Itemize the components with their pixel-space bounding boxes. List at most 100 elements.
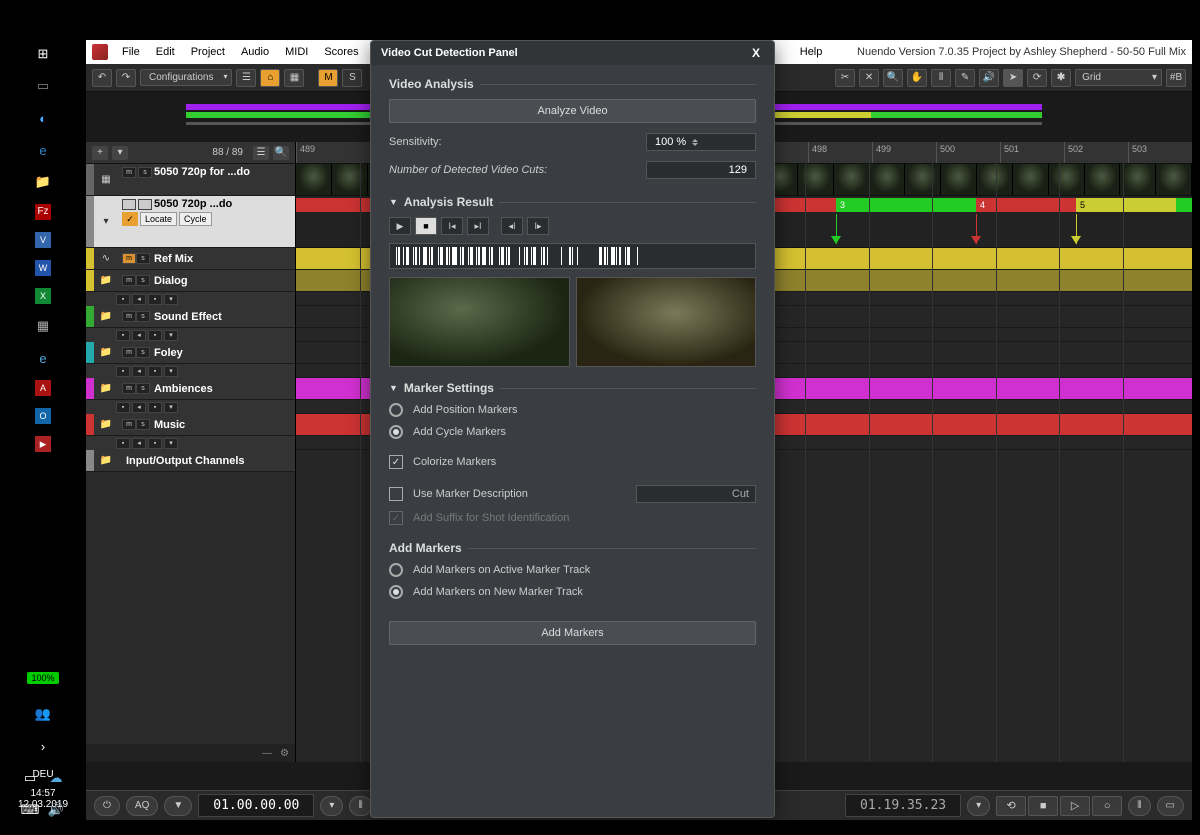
tool-zoom[interactable]: 🔍: [883, 69, 903, 87]
transport-power-button[interactable]: ⏻: [94, 796, 120, 816]
transport-tc[interactable]: ▭: [1157, 796, 1184, 816]
stop-button[interactable]: ■: [415, 217, 437, 235]
tool-cross[interactable]: ✕: [859, 69, 879, 87]
solo-btn[interactable]: s: [136, 311, 150, 322]
add-new-radio[interactable]: [389, 585, 403, 599]
menu-project[interactable]: Project: [185, 44, 231, 60]
cycle-button[interactable]: Cycle: [179, 212, 212, 226]
sub-btn[interactable]: ▾: [164, 294, 178, 305]
tool-bars[interactable]: ⦀: [931, 69, 951, 87]
solo-btn[interactable]: s: [136, 275, 150, 286]
track-foley[interactable]: 📁 msFoley: [86, 342, 295, 364]
tool-auto[interactable]: ⟳: [1027, 69, 1047, 87]
grid-dropdown[interactable]: Grid: [1075, 69, 1162, 86]
tool-hand[interactable]: ✋: [907, 69, 927, 87]
aq-button[interactable]: AQ: [126, 796, 158, 816]
menu-audio[interactable]: Audio: [235, 44, 275, 60]
sensitivity-input[interactable]: 100 %: [646, 133, 756, 151]
app-icon-1[interactable]: ◐: [33, 108, 53, 128]
tool-snap[interactable]: ✱: [1051, 69, 1071, 87]
sub-btn[interactable]: ▪: [148, 294, 162, 305]
mute-btn[interactable]: m: [122, 419, 136, 430]
add-markers-button[interactable]: Add Markers: [389, 621, 756, 645]
add-position-radio[interactable]: [389, 403, 403, 417]
app-icon-2[interactable]: ▦: [33, 316, 53, 336]
solo-btn[interactable]: s: [136, 347, 150, 358]
tool-scissors[interactable]: ✂: [835, 69, 855, 87]
solo-btn[interactable]: s: [136, 383, 150, 394]
desc-input[interactable]: [636, 485, 756, 503]
time-dropdown-2[interactable]: ▾: [967, 796, 990, 816]
sub-btn[interactable]: ▪: [148, 366, 162, 377]
marker-5[interactable]: 5: [1076, 198, 1176, 212]
track-refmix[interactable]: ∿ msRef Mix: [86, 248, 295, 270]
track-sfx[interactable]: 📁 msSound Effect: [86, 306, 295, 328]
sub-btn[interactable]: ▪: [116, 330, 130, 341]
marker-btn-1[interactable]: T: [122, 199, 136, 210]
filezilla-icon[interactable]: Fz: [35, 204, 51, 220]
record-button[interactable]: ○: [1092, 796, 1122, 816]
rewind-button[interactable]: ⟲: [996, 796, 1026, 816]
analyze-video-button[interactable]: Analyze Video: [389, 99, 756, 123]
primary-time-display[interactable]: 01.00.00.00: [198, 794, 314, 817]
track-io[interactable]: 📁 Input/Output Channels: [86, 450, 295, 472]
windows-start-icon[interactable]: ⊞: [33, 44, 53, 64]
language-indicator[interactable]: DEU: [0, 769, 86, 780]
disclosure-icon[interactable]: ▼: [389, 197, 398, 207]
sub-btn[interactable]: ◂: [132, 438, 146, 449]
disclosure-icon[interactable]: ▼: [389, 383, 398, 393]
play-button[interactable]: ▷: [1060, 796, 1090, 816]
cut-barcode[interactable]: [389, 243, 756, 269]
visio-icon[interactable]: V: [35, 232, 51, 248]
track-dialog[interactable]: 📁 msDialog: [86, 270, 295, 292]
prev-button[interactable]: І◂: [441, 217, 463, 235]
undo-button[interactable]: ↶: [92, 69, 112, 87]
sub-btn[interactable]: ▪: [116, 294, 130, 305]
menu-edit[interactable]: Edit: [150, 44, 181, 60]
expand-icon[interactable]: ›: [33, 736, 53, 756]
excel-icon[interactable]: X: [35, 288, 51, 304]
sub-btn[interactable]: ▪: [148, 330, 162, 341]
sub-btn[interactable]: ◂: [132, 366, 146, 377]
sub-btn[interactable]: ◂: [132, 294, 146, 305]
colorize-checkbox[interactable]: [389, 455, 403, 469]
marker-3[interactable]: 3: [836, 198, 976, 212]
tool-b[interactable]: # B: [1166, 69, 1186, 87]
explorer-icon[interactable]: 📁: [33, 172, 53, 192]
marker-button[interactable]: ▼: [164, 796, 192, 816]
sub-btn[interactable]: ▪: [148, 402, 162, 413]
tool-arrow[interactable]: ➤: [1003, 69, 1023, 87]
marker-active-checkbox[interactable]: ✓: [122, 212, 138, 226]
sub-btn[interactable]: ▾: [164, 330, 178, 341]
secondary-time-display[interactable]: 01.19.35.23: [845, 794, 961, 817]
tool-pencil[interactable]: ✎: [955, 69, 975, 87]
close-button[interactable]: X: [748, 46, 764, 60]
mute-btn[interactable]: m: [122, 347, 136, 358]
clock-time[interactable]: 14:57: [0, 788, 86, 799]
sub-btn[interactable]: ▾: [164, 366, 178, 377]
mute-all-button[interactable]: M: [318, 69, 338, 87]
sub-btn[interactable]: ▪: [148, 438, 162, 449]
taskview-icon[interactable]: ▭: [33, 76, 53, 96]
skip-fwd-button[interactable]: І▸: [527, 217, 549, 235]
ie-icon[interactable]: e: [33, 348, 53, 368]
tracklist-gear-icon[interactable]: ⚙: [280, 748, 289, 759]
marker-track-row[interactable]: ▾ T T 5050 720p ...do ✓ Locate Cycle: [86, 196, 295, 248]
next-button[interactable]: ▸І: [467, 217, 489, 235]
add-track-button[interactable]: +: [92, 146, 108, 160]
marker-btn-2[interactable]: T: [138, 199, 152, 210]
track-music[interactable]: 📁 msMusic: [86, 414, 295, 436]
word-icon[interactable]: W: [35, 260, 51, 276]
mute-btn[interactable]: m: [122, 311, 136, 322]
solo-all-button[interactable]: S: [342, 69, 362, 87]
panel-titlebar[interactable]: Video Cut Detection Panel X: [371, 41, 774, 65]
solo-button[interactable]: s: [138, 167, 152, 178]
play-button[interactable]: ▶: [389, 217, 411, 235]
toolbar-btn-2[interactable]: ▦: [284, 69, 304, 87]
sub-btn[interactable]: ▪: [116, 402, 130, 413]
track-menu-button[interactable]: ▾: [112, 146, 128, 160]
people-icon[interactable]: 👥: [33, 704, 53, 724]
add-cycle-radio[interactable]: [389, 425, 403, 439]
track-ambiences[interactable]: 📁 msAmbiences: [86, 378, 295, 400]
tracklist-search-button[interactable]: 🔍: [273, 146, 289, 160]
